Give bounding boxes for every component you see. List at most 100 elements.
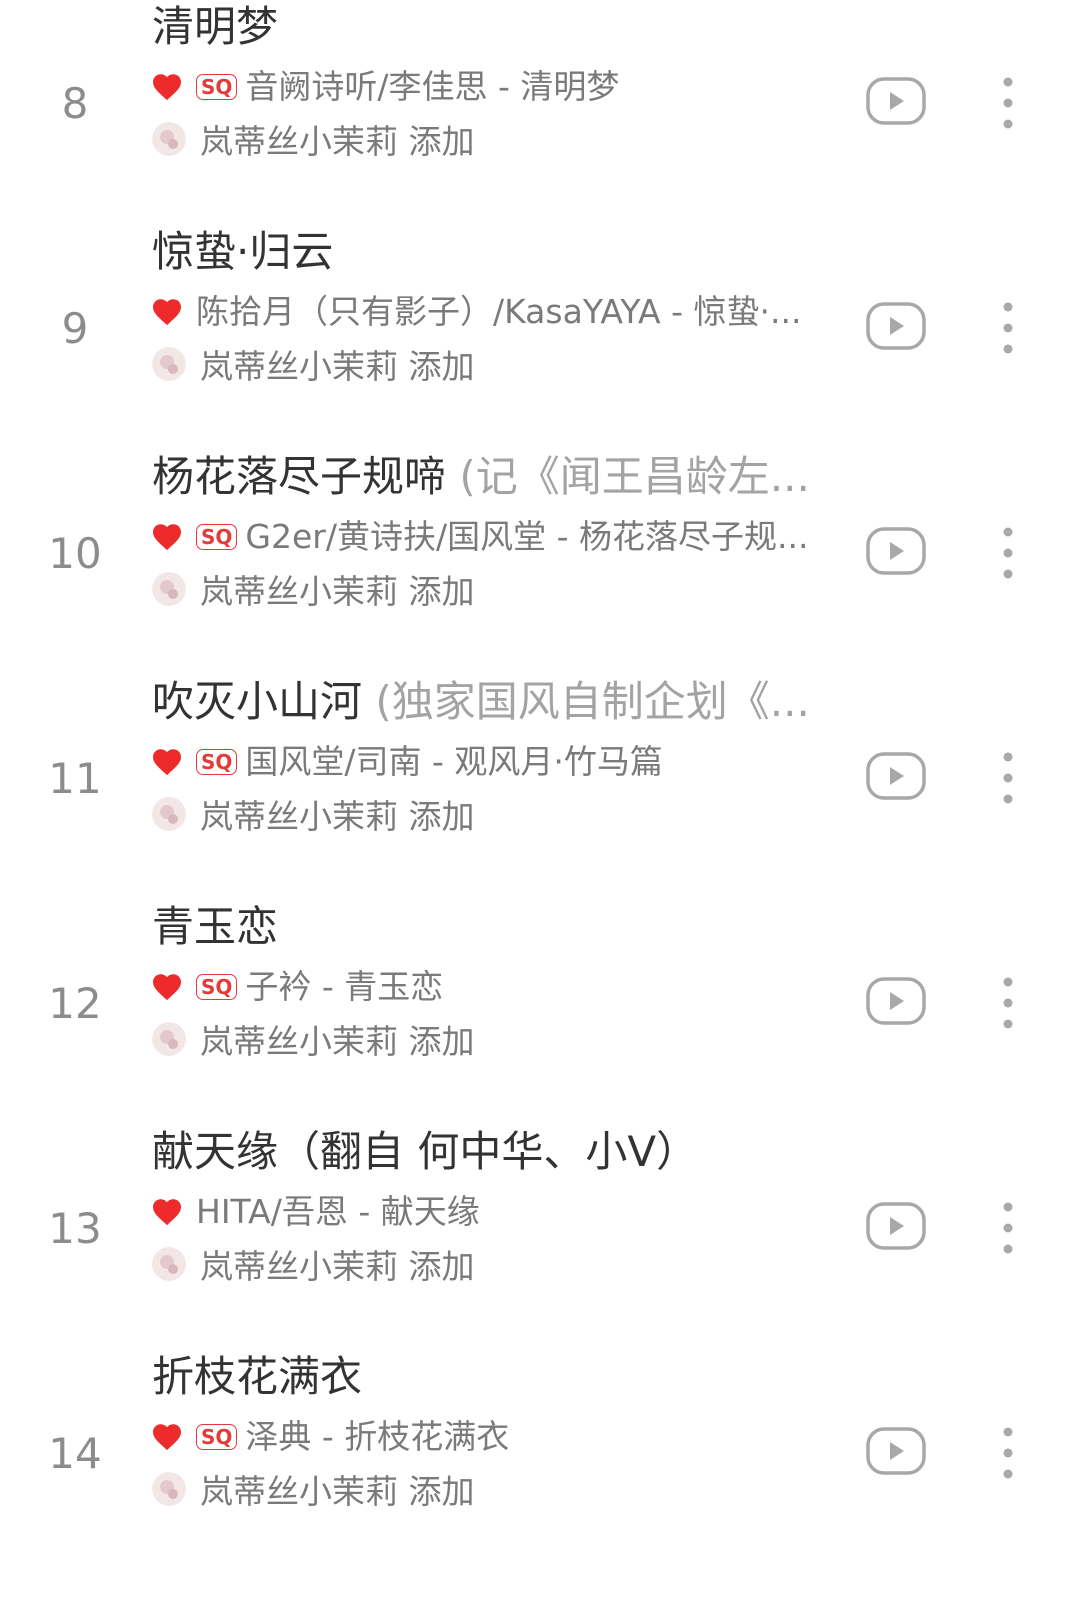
song-title-text: 吹灭小山河 (152, 677, 363, 726)
song-row[interactable]: 12 青玉恋 SQ 子衿 - 青玉恋岚蒂丝小茉莉 添加 (0, 902, 1080, 1152)
heart-icon[interactable] (152, 73, 182, 101)
more-vertical-icon[interactable] (990, 973, 1026, 1033)
avatar[interactable] (152, 347, 186, 381)
song-row[interactable]: 10 杨花落尽子规啼 (记《闻王昌龄左... SQ G2er/黄诗扶/国风堂 - 杨花… (0, 452, 1080, 702)
song-row[interactable]: 11 吹灭小山河 (独家国风自制企划《... SQ 国风堂/司南 - 观风月·竹马篇岚… (0, 677, 1080, 927)
added-label: 添加 (408, 797, 475, 836)
avatar[interactable] (152, 122, 186, 156)
song-title: 献天缘（翻自 何中华、小V） (152, 1125, 842, 1179)
added-by-username[interactable]: 岚蒂丝小茉莉 (200, 1247, 398, 1286)
song-row[interactable]: 9 惊蛰·归云陈拾月（只有影子）/KasaYAYA - 惊蛰·... 岚蒂丝小茉莉 … (0, 227, 1080, 477)
play-video-icon[interactable] (866, 1427, 926, 1475)
avatar[interactable] (152, 572, 186, 606)
song-title-text: 青玉恋 (152, 902, 279, 951)
added-by: 岚蒂丝小茉莉 添加 (152, 790, 475, 838)
song-title-text: 献天缘（翻自 何中华、小V） (152, 1127, 699, 1176)
added-by-username[interactable]: 岚蒂丝小茉莉 (200, 347, 398, 386)
avatar[interactable] (152, 1022, 186, 1056)
sq-badge: SQ (196, 1424, 238, 1450)
song-meta: SQ 音阙诗听/李佳思 - 清明梦 (152, 63, 842, 111)
added-label: 添加 (408, 122, 475, 161)
song-title-alias: (记《闻王昌龄左... (459, 452, 810, 501)
play-video-icon[interactable] (866, 752, 926, 800)
song-index: 13 (48, 1204, 102, 1253)
song-index: 14 (48, 1429, 102, 1478)
song-title-text: 惊蛰·归云 (152, 227, 334, 276)
more-vertical-icon[interactable] (990, 1423, 1026, 1483)
play-video-icon[interactable] (866, 1202, 926, 1250)
avatar[interactable] (152, 1472, 186, 1506)
added-label: 添加 (408, 1022, 475, 1061)
added-by: 岚蒂丝小茉莉 添加 (152, 1465, 475, 1513)
play-video-icon[interactable] (866, 977, 926, 1025)
added-by-username[interactable]: 岚蒂丝小茉莉 (200, 797, 398, 836)
added-by: 岚蒂丝小茉莉 添加 (152, 1240, 475, 1288)
avatar[interactable] (152, 797, 186, 831)
avatar[interactable] (152, 1247, 186, 1281)
song-index: 11 (48, 754, 102, 803)
sq-badge: SQ (196, 974, 238, 1000)
song-index: 9 (61, 304, 89, 353)
song-artist-album: 子衿 - 青玉恋 (245, 967, 444, 1006)
more-vertical-icon[interactable] (990, 1198, 1026, 1258)
song-row[interactable]: 8 清明梦 SQ 音阙诗听/李佳思 - 清明梦 岚蒂丝小茉莉 添加 (0, 2, 1080, 252)
song-title: 吹灭小山河 (独家国风自制企划《... (152, 675, 842, 729)
added-by-username[interactable]: 岚蒂丝小茉莉 (200, 122, 398, 161)
heart-icon[interactable] (152, 298, 182, 326)
song-meta: SQ 子衿 - 青玉恋 (152, 963, 842, 1011)
added-by-username[interactable]: 岚蒂丝小茉莉 (200, 1472, 398, 1511)
added-by-text: 岚蒂丝小茉莉 添加 (200, 565, 475, 613)
song-title: 杨花落尽子规啼 (记《闻王昌龄左... (152, 450, 842, 504)
sq-badge: SQ (196, 524, 238, 550)
song-meta: SQ 国风堂/司南 - 观风月·竹马篇 (152, 738, 842, 786)
added-by: 岚蒂丝小茉莉 添加 (152, 1015, 475, 1063)
song-index: 8 (61, 79, 89, 128)
added-by-text: 岚蒂丝小茉莉 添加 (200, 340, 475, 388)
play-video-icon[interactable] (866, 77, 926, 125)
song-row[interactable]: 14 折枝花满衣 SQ 泽典 - 折枝花满衣 岚蒂丝小茉莉 添加 (0, 1352, 1080, 1602)
song-row[interactable]: 13 献天缘（翻自 何中华、小V） HITA/吾恩 - 献天缘岚蒂丝小茉莉 添加 (0, 1127, 1080, 1377)
added-by-username[interactable]: 岚蒂丝小茉莉 (200, 572, 398, 611)
heart-icon[interactable] (152, 523, 182, 551)
added-by-username[interactable]: 岚蒂丝小茉莉 (200, 1022, 398, 1061)
song-list: 8 清明梦 SQ 音阙诗听/李佳思 - 清明梦 岚蒂丝小茉莉 添加 9 惊蛰·归云 陈拾月（只… (0, 0, 1080, 1511)
play-video-icon[interactable] (866, 302, 926, 350)
heart-icon[interactable] (152, 973, 182, 1001)
song-artist-album: 国风堂/司南 - 观风月·竹马篇 (245, 742, 663, 781)
heart-icon[interactable] (152, 1198, 182, 1226)
song-title-text: 折枝花满衣 (152, 1352, 363, 1401)
added-by: 岚蒂丝小茉莉 添加 (152, 115, 475, 163)
added-by-text: 岚蒂丝小茉莉 添加 (200, 790, 475, 838)
sq-badge: SQ (196, 749, 238, 775)
heart-icon[interactable] (152, 748, 182, 776)
more-vertical-icon[interactable] (990, 298, 1026, 358)
heart-icon[interactable] (152, 1423, 182, 1451)
play-video-icon[interactable] (866, 527, 926, 575)
song-title-text: 清明梦 (152, 2, 279, 51)
song-index: 12 (48, 979, 102, 1028)
song-artist-album: G2er/黄诗扶/国风堂 - 杨花落尽子规... (245, 517, 809, 556)
song-artist-album: 陈拾月（只有影子）/KasaYAYA - 惊蛰·... (196, 292, 802, 331)
more-vertical-icon[interactable] (990, 73, 1026, 133)
song-title: 折枝花满衣 (152, 1350, 842, 1404)
added-by: 岚蒂丝小茉莉 添加 (152, 565, 475, 613)
song-artist-album: 音阙诗听/李佳思 - 清明梦 (245, 67, 620, 106)
added-by-text: 岚蒂丝小茉莉 添加 (200, 115, 475, 163)
song-meta: SQ G2er/黄诗扶/国风堂 - 杨花落尽子规... (152, 513, 842, 561)
song-index: 10 (48, 529, 102, 578)
added-label: 添加 (408, 347, 475, 386)
song-artist-album: HITA/吾恩 - 献天缘 (196, 1192, 480, 1231)
added-label: 添加 (408, 1247, 475, 1286)
added-by-text: 岚蒂丝小茉莉 添加 (200, 1015, 475, 1063)
added-by: 岚蒂丝小茉莉 添加 (152, 340, 475, 388)
song-title-text: 杨花落尽子规啼 (152, 452, 447, 501)
added-by-text: 岚蒂丝小茉莉 添加 (200, 1240, 475, 1288)
song-title: 惊蛰·归云 (152, 225, 842, 279)
song-title: 清明梦 (152, 0, 842, 54)
added-label: 添加 (408, 1472, 475, 1511)
added-by-text: 岚蒂丝小茉莉 添加 (200, 1465, 475, 1513)
more-vertical-icon[interactable] (990, 523, 1026, 583)
song-meta: SQ 泽典 - 折枝花满衣 (152, 1413, 842, 1461)
song-title: 青玉恋 (152, 900, 842, 954)
more-vertical-icon[interactable] (990, 748, 1026, 808)
